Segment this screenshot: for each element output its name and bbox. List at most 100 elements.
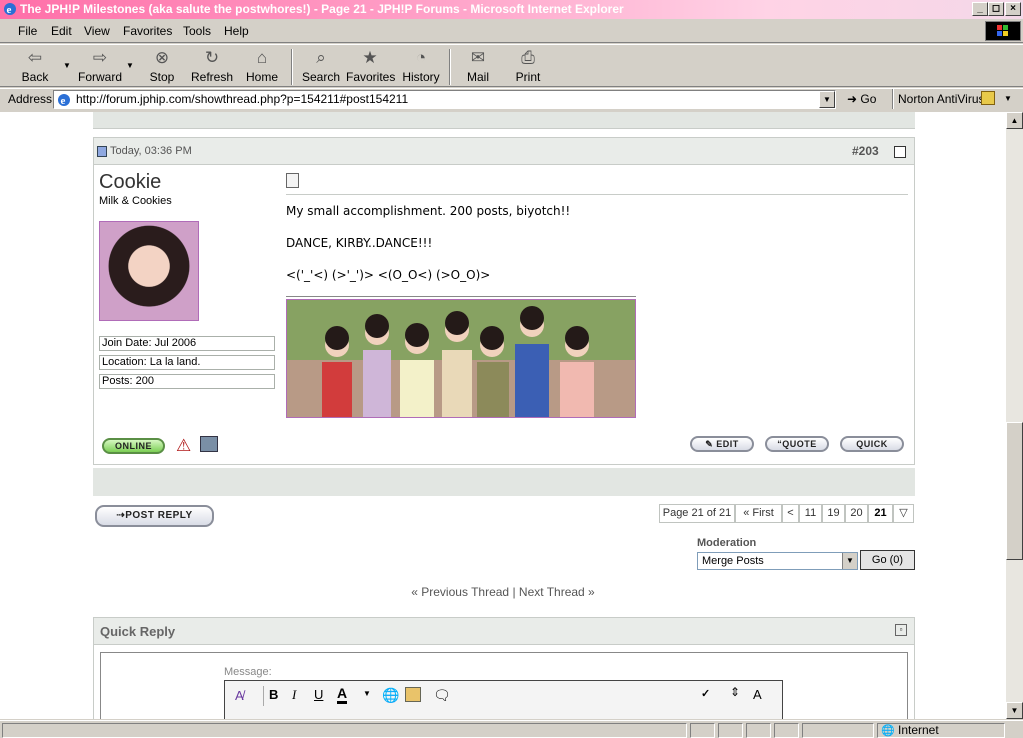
address-dropdown-icon[interactable]: ▼ <box>819 91 835 108</box>
post-number-link[interactable]: #203 <box>852 144 879 158</box>
maximize-button[interactable]: ◻ <box>988 2 1004 16</box>
switch-mode-icon[interactable]: A̸ <box>235 688 244 703</box>
address-input[interactable]: e http://forum.jphip.com/showthread.php?… <box>53 90 836 109</box>
page-link-20[interactable]: 20 <box>845 504 868 523</box>
online-status-badge: ONLINE <box>102 438 165 454</box>
status-bar: 🌐 Internet <box>0 720 1023 738</box>
status-pane <box>802 723 874 738</box>
resize-editor-icon[interactable]: ⇕ <box>730 685 740 699</box>
toolbar-separator <box>291 49 293 85</box>
post-user-title: Milk & Cookies <box>99 195 172 207</box>
ie-icon: e <box>4 3 16 16</box>
vertical-scrollbar[interactable]: ▲ ▼ <box>1006 112 1023 719</box>
menu-tools[interactable]: Tools <box>183 24 211 38</box>
moderation-select[interactable]: Merge Posts ▼ <box>697 552 858 570</box>
menu-bar: File Edit View Favorites Tools Help <box>0 19 1023 43</box>
security-zone-pane: 🌐 Internet <box>877 723 1005 738</box>
quick-reply-body: Message: A̸ B I U A ▼ 🌐 🗨 ✓ ⇕ A <box>100 652 908 719</box>
post-text-line-3: <('_'<) (>'_')> <(O_O<) (>O_O)> <box>286 268 491 282</box>
edit-icon: ✎ <box>705 439 714 449</box>
menu-edit[interactable]: Edit <box>51 24 72 38</box>
close-button[interactable]: × <box>1005 2 1021 16</box>
norton-icon[interactable] <box>981 91 995 105</box>
page-link-11[interactable]: 11 <box>799 504 822 523</box>
moderation-go-button[interactable]: Go (0) <box>860 550 915 570</box>
page-jump-dropdown-icon[interactable]: ▽ <box>893 504 914 523</box>
user-location: Location: La la land. <box>99 355 275 370</box>
stop-button[interactable]: ⊗ Stop <box>146 48 178 84</box>
back-arrow-icon: ⇦ <box>27 48 43 67</box>
refresh-button[interactable]: ↻ Refresh <box>191 48 233 84</box>
moderation-dropdown-icon[interactable]: ▼ <box>842 553 857 569</box>
next-thread-link[interactable]: Next Thread » <box>519 585 595 599</box>
status-pane <box>718 723 743 738</box>
user-post-count: Posts: 200 <box>99 374 275 389</box>
back-dropdown-icon[interactable]: ▼ <box>63 61 71 70</box>
window-title: The JPH!P Milestones (aka salute the pos… <box>20 2 624 16</box>
norton-dropdown-icon[interactable]: ▼ <box>1004 94 1012 103</box>
edit-button[interactable]: ✎ EDIT <box>690 436 754 452</box>
zone-label: Internet <box>898 723 939 737</box>
thread-nav-separator: | <box>512 585 516 599</box>
svg-text:e: e <box>61 95 66 107</box>
refresh-icon: ↻ <box>204 48 220 67</box>
search-button[interactable]: ⌕ Search <box>302 48 340 84</box>
signature-image <box>286 299 636 418</box>
page-viewport: Today, 03:36 PM #203 Cookie Milk & Cooki… <box>0 112 1006 719</box>
editor-separator <box>263 686 264 706</box>
scroll-up-button[interactable]: ▲ <box>1006 112 1023 129</box>
scroll-thumb[interactable] <box>1006 422 1023 560</box>
minimize-button[interactable]: _ <box>972 2 988 16</box>
page-link-19[interactable]: 19 <box>822 504 845 523</box>
home-button[interactable]: ⌂ Home <box>245 48 279 84</box>
page-first-link[interactable]: « First <box>735 504 782 523</box>
post-reply-button[interactable]: ⇢POST REPLY <box>95 505 214 527</box>
menu-help[interactable]: Help <box>224 24 249 38</box>
wrap-quote-icon[interactable]: 🗨 <box>433 687 451 704</box>
text-color-icon[interactable]: A <box>337 685 348 704</box>
report-post-icon[interactable]: ⚠ <box>176 436 191 456</box>
menu-favorites[interactable]: Favorites <box>123 24 172 38</box>
back-button[interactable]: ⇦ Back <box>15 48 55 84</box>
favorites-button[interactable]: ★ Favorites <box>346 48 395 84</box>
status-message-pane <box>2 723 687 738</box>
menu-view[interactable]: View <box>84 24 110 38</box>
status-pane <box>746 723 771 738</box>
quote-button[interactable]: “QUOTE <box>765 436 829 452</box>
scroll-down-button[interactable]: ▼ <box>1006 702 1023 719</box>
forward-dropdown-icon[interactable]: ▼ <box>126 61 134 70</box>
page-prev-link[interactable]: < <box>782 504 799 523</box>
mail-icon: ✉ <box>470 48 486 67</box>
quick-reply-title: Quick Reply <box>100 624 176 639</box>
spellcheck-icon[interactable]: ✓ <box>701 687 710 700</box>
go-arrow-icon: ➜ <box>847 92 858 106</box>
insert-image-icon[interactable] <box>405 687 421 702</box>
quick-reply-button[interactable]: QUICK <box>840 436 904 452</box>
toolbar-separator <box>449 49 451 85</box>
italic-icon[interactable]: I <box>292 687 296 703</box>
underline-icon[interactable]: U <box>314 687 323 702</box>
bold-icon[interactable]: B <box>269 687 278 702</box>
reply-arrow-icon: ⇢ <box>116 510 126 521</box>
text-color-dropdown-icon[interactable]: ▼ <box>363 689 371 698</box>
norton-antivirus-label[interactable]: Norton AntiVirus <box>898 92 985 106</box>
stop-icon: ⊗ <box>154 48 170 67</box>
go-button[interactable]: ➜ Go <box>847 92 876 106</box>
post-document-icon <box>286 173 299 188</box>
mail-button[interactable]: ✉ Mail <box>461 48 495 84</box>
menu-file[interactable]: File <box>18 24 37 38</box>
post-username[interactable]: Cookie <box>99 171 161 194</box>
insert-link-icon[interactable]: 🌐 <box>382 687 399 704</box>
history-button[interactable]: ◔ History <box>401 48 441 84</box>
forward-button[interactable]: ⇨ Forward <box>78 48 122 84</box>
windows-logo <box>985 21 1021 41</box>
thread-navigation: « Previous Thread | Next Thread » <box>0 585 1006 599</box>
print-button[interactable]: ⎙ Print <box>512 48 544 84</box>
remove-formatting-icon[interactable]: A <box>753 687 762 702</box>
collapse-icon[interactable]: ▫ <box>895 624 907 636</box>
post-separator-top <box>93 112 915 129</box>
history-icon: ◔ <box>415 48 427 67</box>
post-select-checkbox[interactable] <box>894 146 906 158</box>
ip-address-icon[interactable] <box>200 436 218 452</box>
previous-thread-link[interactable]: « Previous Thread <box>411 585 509 599</box>
